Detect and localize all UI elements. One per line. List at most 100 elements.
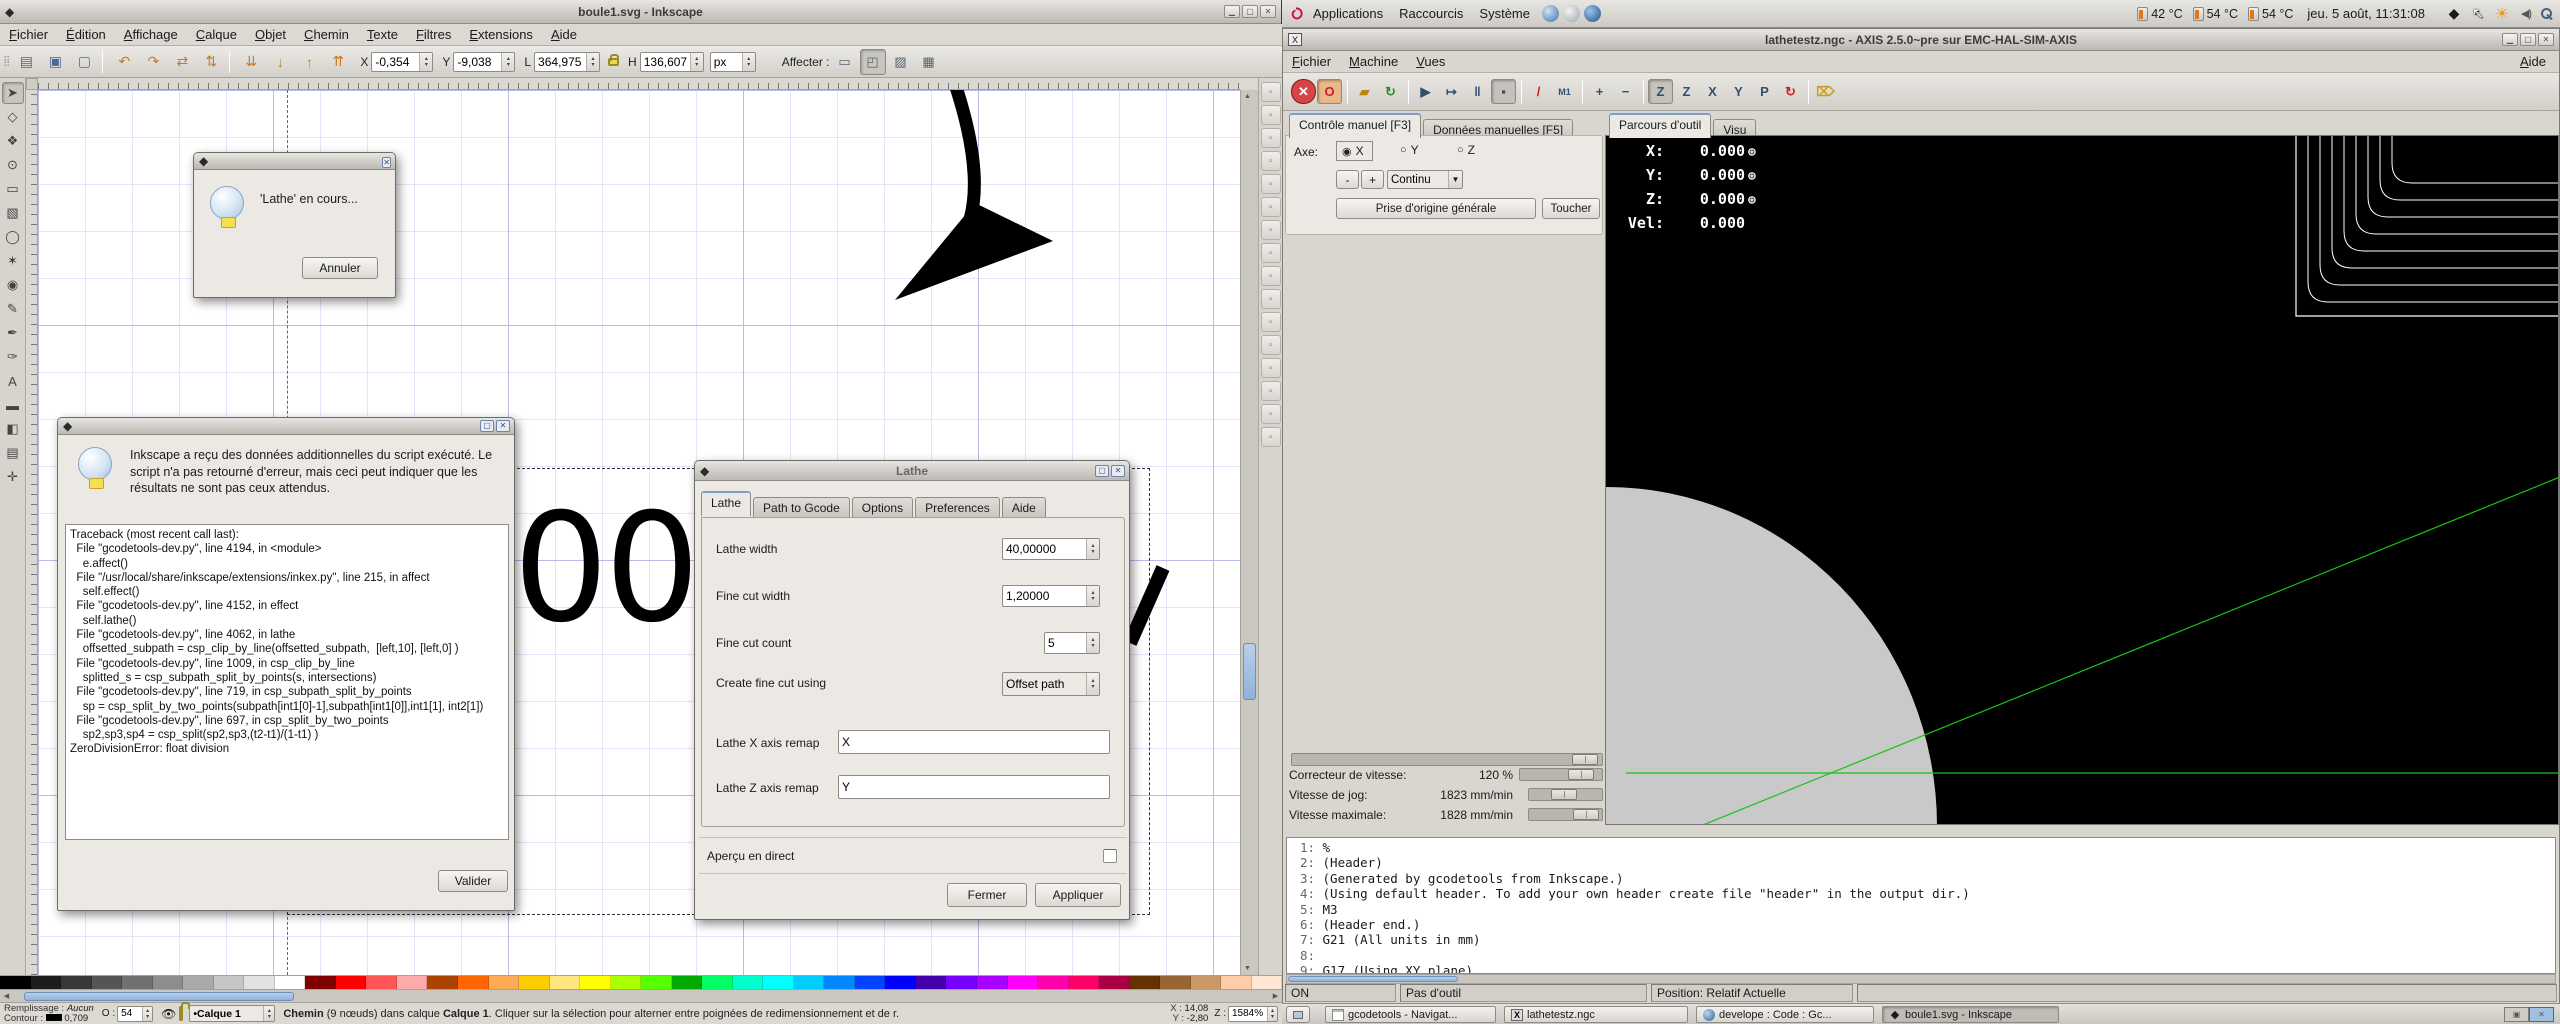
toolbar-button-stop-program[interactable]: ▪ (1491, 79, 1516, 104)
minimize-icon[interactable]: ▁ (1224, 5, 1240, 18)
palette-swatch-11[interactable] (336, 976, 367, 989)
width-field[interactable] (534, 52, 600, 72)
tool-button-tweak[interactable]: ❖ (2, 130, 24, 152)
zoom-spinner[interactable] (1267, 1007, 1277, 1021)
tool-button-calligraphy[interactable]: ✑ (2, 346, 24, 368)
snap-button-snap-object-centers[interactable]: ▫ (1261, 358, 1281, 378)
tool-button-paint-bucket[interactable]: ◧ (2, 418, 24, 440)
close-icon[interactable]: ✕ (1260, 5, 1276, 18)
axis-titlebar[interactable]: X lathetestz.ngc - AXIS 2.5.0~pre sur EM… (1283, 29, 2559, 51)
taskbar-window-lathetestz-ngc[interactable]: Xlathetestz.ngc (1504, 1006, 1688, 1023)
fine-cut-using-arrows[interactable] (1086, 673, 1099, 695)
drawing-arrowhead[interactable] (895, 203, 1053, 300)
toolbar-grip[interactable]: ⣿ (3, 56, 10, 67)
palette-swatch-29[interactable] (885, 976, 916, 989)
toolbar-button-open-file[interactable]: ▰ (1352, 79, 1377, 104)
palette-swatch-0[interactable] (0, 976, 31, 989)
tool-button-star[interactable]: ✶ (2, 250, 24, 272)
gcode-horizontal-scrollbar[interactable] (1286, 974, 2556, 984)
snap-button-snap-bbox[interactable]: ▫ (1261, 105, 1281, 125)
tool-button-eraser[interactable]: ▬ (2, 394, 24, 416)
menu-item-chemin[interactable]: Chemin (295, 24, 358, 45)
gcode-line-header-end[interactable]: 6: (Header end.) (1293, 917, 2555, 932)
tab-options[interactable]: Options (852, 497, 913, 518)
axis-radio-y[interactable]: ○Y (1400, 143, 1419, 157)
menu-item-machine[interactable]: Machine (1340, 51, 1407, 72)
palette-swatch-20[interactable] (611, 976, 642, 989)
palette-swatch-41[interactable] (1252, 976, 1283, 989)
menu-item-affichage[interactable]: Affichage (115, 24, 187, 45)
scroll-up-icon[interactable]: ▲ (1241, 90, 1254, 103)
tray-inkscape-tray-icon[interactable] (2445, 5, 2463, 23)
fine-cut-count-spinner[interactable] (1086, 633, 1099, 653)
close-icon[interactable]: ✕ (2538, 33, 2554, 46)
y-spinner[interactable] (501, 53, 514, 71)
maximize-icon[interactable]: ▢ (2520, 33, 2536, 46)
gcode-line-7[interactable]: 8: (1293, 948, 2555, 963)
layer-lock-icon[interactable] (179, 1008, 183, 1019)
secondary-override-slider[interactable] (1291, 753, 1603, 766)
snap-button-snap-bbox-edge-midpoints[interactable]: ▫ (1261, 174, 1281, 194)
lathe-width-spinner[interactable] (1086, 539, 1099, 559)
command-button-rotate-cw[interactable]: ↷ (140, 49, 166, 75)
unit-select-arrows[interactable] (742, 53, 755, 71)
tray-volume-tray-icon[interactable] (2517, 5, 2535, 23)
affect-toggle-transform-patterns[interactable]: ▦ (916, 49, 942, 75)
palette-swatch-25[interactable] (763, 976, 794, 989)
snap-button-snap-bbox-corners[interactable]: ▫ (1261, 151, 1281, 171)
gcode-line-generated-by-gcodetools-from-inkscape[interactable]: 3: (Generated by gcodetools from Inkscap… (1293, 871, 2555, 886)
toolbar-button-view-perspective[interactable]: P (1752, 79, 1777, 104)
panel-menu-applications[interactable]: Applications (1305, 6, 1391, 21)
snap-button-snap-bbox-edges[interactable]: ▫ (1261, 128, 1281, 148)
temperature-applet-54-c[interactable]: 54 °C (2193, 7, 2238, 21)
slider-thumb[interactable] (1572, 754, 1598, 765)
palette-swatch-13[interactable] (397, 976, 428, 989)
command-button-select-all[interactable]: ▤ (13, 49, 39, 75)
palette-swatch-38[interactable] (1160, 976, 1191, 989)
toolbar-button-skip-lines[interactable]: / (1526, 79, 1551, 104)
height-spinner[interactable] (690, 53, 703, 71)
toolbar-button-zoom-in[interactable]: + (1587, 79, 1612, 104)
clock[interactable]: jeu. 5 août, 11:31:08 (2307, 6, 2425, 21)
panel-menu-syst-me[interactable]: Système (1471, 6, 1538, 21)
home-all-button[interactable]: Prise d'origine générale (1336, 198, 1536, 219)
jog-mode-select[interactable]: ▼ (1387, 170, 1463, 189)
lathe-dialog-titlebar[interactable]: Lathe ▢✕ (695, 461, 1129, 481)
menu-item-aide[interactable]: Aide (542, 24, 586, 45)
panel-menu-raccourcis[interactable]: Raccourcis (1391, 6, 1471, 21)
feed-override-slider[interactable] (1519, 768, 1603, 781)
temperature-applet-42-c[interactable]: 42 °C (2137, 7, 2182, 21)
x-spinner[interactable] (419, 53, 432, 71)
maximize-icon[interactable]: ▢ (1242, 5, 1258, 18)
taskbar-window-boule1-svg-inkscape[interactable]: boule1.svg - Inkscape (1882, 1006, 2059, 1023)
tool-button-gradient[interactable]: ▤ (2, 442, 24, 464)
palette-swatch-33[interactable] (1008, 976, 1039, 989)
tool-button-node-editor[interactable]: ◇ (2, 106, 24, 128)
toolbar-button-view-x[interactable]: X (1700, 79, 1725, 104)
close-icon[interactable]: ✕ (382, 157, 391, 168)
menu-item-extensions[interactable]: Extensions (460, 24, 542, 45)
drawing-digit-fragment[interactable] (1130, 568, 1163, 643)
menu-item-fichier[interactable]: Fichier (0, 24, 57, 45)
x-remap-field[interactable] (838, 730, 1110, 754)
palette-swatch-21[interactable] (641, 976, 672, 989)
toolbar-button-estop[interactable]: ✕ (1291, 79, 1316, 104)
palette-swatch-31[interactable] (946, 976, 977, 989)
tab-preferences[interactable]: Preferences (915, 497, 1000, 518)
menu-item-vues[interactable]: Vues (1407, 51, 1454, 72)
command-button-rotate-ccw[interactable]: ↶ (111, 49, 137, 75)
gcode-line-0[interactable]: 1: % (1293, 840, 2555, 855)
toolbar-button-pause-program[interactable]: ‖ (1465, 79, 1490, 104)
snap-button-snap-nodes[interactable]: ▫ (1261, 220, 1281, 240)
snap-button-snap-cusp-nodes[interactable]: ▫ (1261, 289, 1281, 309)
tool-button-ellipse[interactable]: ◯ (2, 226, 24, 248)
zoom-field[interactable] (1228, 1006, 1278, 1022)
gcode-hscroll-thumb[interactable] (1288, 976, 1458, 982)
layer-select-arrows[interactable] (263, 1006, 274, 1021)
lathe-width-field[interactable] (1002, 538, 1100, 560)
show-desktop-button[interactable] (1286, 1006, 1310, 1023)
slider-thumb[interactable] (1568, 769, 1594, 780)
menu-item-fichier[interactable]: Fichier (1283, 51, 1340, 72)
palette-swatch-27[interactable] (824, 976, 855, 989)
tool-button-pencil[interactable]: ✎ (2, 298, 24, 320)
